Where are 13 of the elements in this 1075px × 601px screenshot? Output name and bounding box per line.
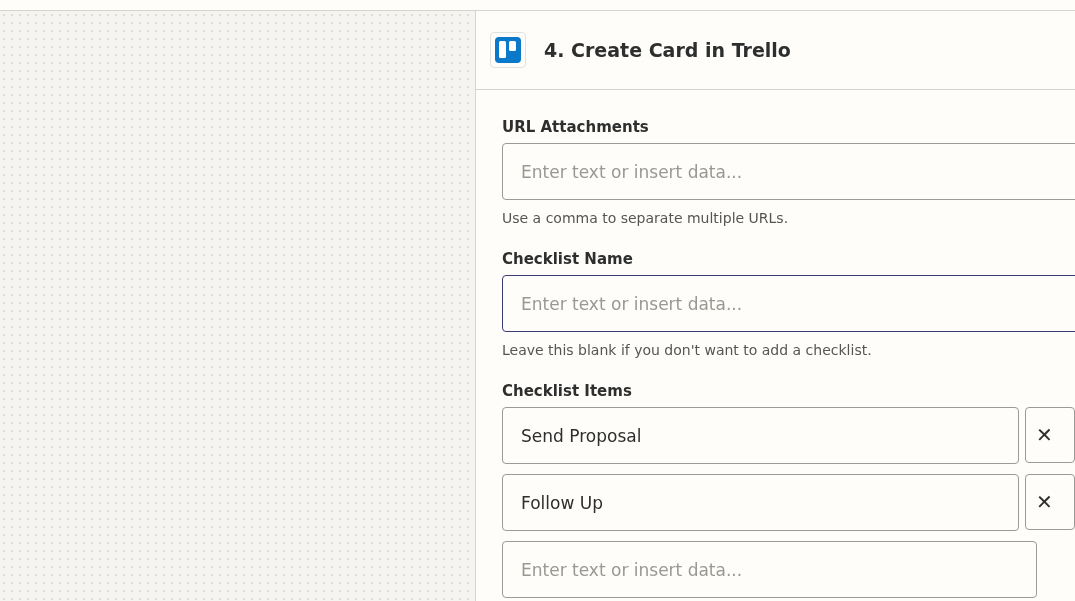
field-label: Checklist Name: [502, 250, 634, 268]
remove-button[interactable]: ✕: [1025, 407, 1075, 463]
input-field[interactable]: Enter text or insert data...: [502, 541, 1037, 598]
input-field[interactable]: Follow Up: [502, 474, 1019, 531]
step-title: 4. Create Card in Trello: [544, 39, 791, 61]
input-field[interactable]: Enter text or insert data...: [502, 275, 1075, 332]
field-label: URL Attachments: [502, 118, 650, 136]
remove-button[interactable]: ✕: [1025, 474, 1075, 530]
field-label: Checklist Items: [502, 382, 633, 400]
input-field[interactable]: Enter text or insert data...: [502, 143, 1075, 200]
input-field[interactable]: Send Proposal: [502, 407, 1019, 464]
help-text: Leave this blank if you don't want to add a checklist.: [502, 342, 873, 358]
help-text: Use a comma to separate multiple URLs.: [502, 210, 790, 226]
